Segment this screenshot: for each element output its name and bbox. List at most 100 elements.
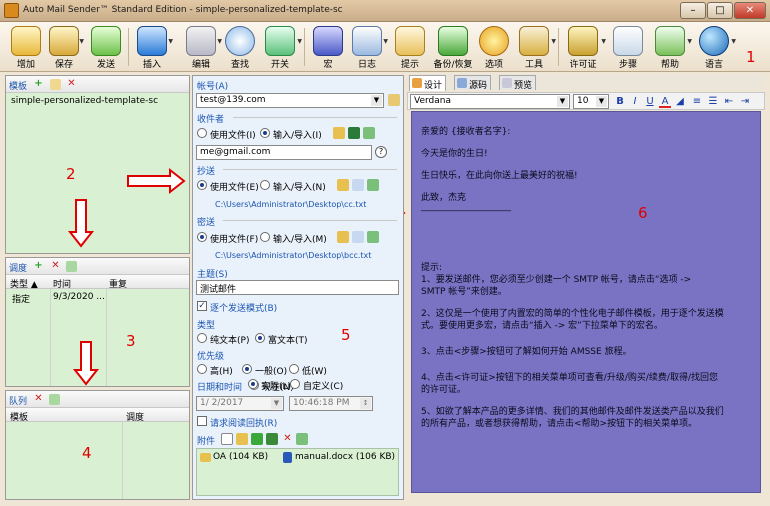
attachment-item[interactable]: OA (104 KB) — [213, 452, 268, 462]
time-picker[interactable]: 10:46:18 PM ↕ — [289, 396, 373, 411]
editor-line: 3、点击<步骤>按钮可了解如何开始 AMSSE 旅程。 — [421, 347, 632, 357]
rich-text-label: 富文本(T) — [268, 336, 308, 346]
arrow-down-icon — [67, 199, 95, 248]
indent-icon[interactable]: ⇥ — [739, 95, 751, 108]
time-value: 10:46:18 PM — [293, 398, 350, 408]
one-by-one-label: 逐个发送模式(B) — [210, 304, 278, 314]
open-folder-icon[interactable] — [236, 433, 248, 445]
editor-line: 今天是你的生日! — [421, 149, 488, 159]
font-family-value: Verdana — [414, 96, 451, 106]
save-icon[interactable] — [266, 433, 278, 445]
refresh-icon[interactable] — [363, 127, 375, 139]
folder-icon — [200, 453, 211, 462]
type-label: 类型 — [197, 321, 216, 331]
delete-attachment-icon[interactable]: ✕ — [282, 434, 293, 445]
recipient-field[interactable]: me@gmail.com — [196, 145, 372, 160]
open-folder-icon[interactable] — [333, 127, 345, 139]
tab-preview[interactable]: 预览 — [499, 75, 537, 91]
divider — [223, 169, 397, 170]
font-color-button[interactable]: A — [659, 95, 671, 108]
priority-normal-radio[interactable] — [242, 364, 252, 374]
tab-preview-label: 预览 — [514, 81, 533, 91]
cc-use-file-radio[interactable] — [197, 180, 207, 190]
font-family-select[interactable]: Verdana ▼ — [410, 94, 570, 109]
open-folder-icon[interactable] — [337, 231, 349, 243]
account-select[interactable]: test@139.com ▼ — [196, 93, 384, 108]
read-receipt-checkbox[interactable] — [197, 416, 207, 426]
priority-normal-label: 一般(O) — [255, 367, 288, 377]
cc-use-file-label: 使用文件(E) — [210, 183, 259, 193]
editor-line: 式。要使用更多宏，请点击“插入 -> 宏”下拉菜单下的宏名。 — [421, 321, 663, 331]
priority-high-label: 高(H) — [210, 367, 233, 377]
subject-field[interactable]: 测试邮件 — [196, 280, 399, 295]
plain-text-radio[interactable] — [197, 333, 207, 343]
document-icon[interactable] — [352, 231, 364, 243]
word-doc-icon — [283, 452, 292, 463]
design-icon — [412, 78, 422, 88]
bcc-input-label: 输入/导入(M) — [273, 235, 327, 245]
datetime-actual-radio[interactable] — [248, 379, 258, 389]
datetime-custom-radio[interactable] — [290, 379, 300, 389]
chevron-down-icon[interactable]: ▼ — [371, 95, 382, 106]
bcc-input-radio[interactable] — [260, 232, 270, 242]
unordered-list-icon[interactable]: ☰ — [707, 95, 719, 108]
chevron-down-icon[interactable]: ▼ — [271, 398, 282, 409]
bcc-use-file-radio[interactable] — [197, 232, 207, 242]
cc-input-radio[interactable] — [260, 180, 270, 190]
bcc-file-path[interactable]: C:\Users\Administrator\Desktop\bcc.txt — [215, 251, 371, 260]
font-size-select[interactable]: 10 ▼ — [573, 94, 609, 109]
refresh-icon[interactable] — [367, 179, 379, 191]
read-receipt-label: 请求阅读回执(R) — [210, 419, 278, 429]
editor-line: ____________________ — [421, 202, 511, 212]
refresh-icon[interactable] — [296, 433, 308, 445]
tab-source[interactable]: 源码 — [454, 75, 492, 91]
chevron-down-icon[interactable]: ▼ — [557, 96, 568, 107]
priority-low-label: 低(W) — [302, 367, 327, 377]
spinner-icon[interactable]: ↕ — [360, 398, 371, 409]
cc-file-path[interactable]: C:\Users\Administrator\Desktop\cc.txt — [215, 200, 366, 209]
recipient-use-file-radio[interactable] — [197, 128, 207, 138]
help-icon[interactable]: ? — [375, 146, 387, 158]
document-icon[interactable] — [352, 179, 364, 191]
settings-panel: 帐号(A) test@139.com ▼ 收件者 使用文件(I) 输入/导入(I… — [192, 75, 404, 500]
ordered-list-icon[interactable]: ≡ — [691, 95, 703, 108]
subject-label: 主题(S) — [197, 270, 228, 280]
underline-button[interactable]: U — [644, 95, 656, 108]
message-editor[interactable]: 亲爱的 {接收者名字}: 今天是你的生日! 生日快乐，在此向你送上最美好的祝福!… — [411, 111, 761, 493]
source-icon — [457, 78, 467, 88]
priority-low-radio[interactable] — [289, 364, 299, 374]
datetime-actual-label: 实际(L) — [261, 382, 292, 392]
tab-design-label: 设计 — [424, 81, 443, 91]
new-attachment-icon[interactable] — [221, 433, 233, 445]
format-toolbar: Verdana ▼ 10 ▼ B I U A ◢ ≡ ☰ ⇤ ⇥ — [407, 92, 765, 110]
attachment-item[interactable]: manual.docx (106 KB) — [295, 452, 395, 462]
arrow-right-icon — [127, 167, 186, 195]
tab-design[interactable]: 设计 — [409, 75, 447, 91]
editor-line: 的所有产品，或者想获得帮助，请点击<帮助>按钮下的相关菜单项。 — [421, 419, 698, 429]
bcc-label: 密送 — [197, 218, 216, 228]
rich-text-radio[interactable] — [255, 333, 265, 343]
priority-high-radio[interactable] — [197, 364, 207, 374]
cc-label: 抄送 — [197, 167, 216, 177]
datetime-custom-label: 自定义(C) — [303, 382, 344, 392]
outdent-icon[interactable]: ⇤ — [723, 95, 735, 108]
bold-button[interactable]: B — [614, 95, 626, 108]
edit-account-icon[interactable] — [388, 94, 400, 106]
play-icon[interactable] — [251, 433, 263, 445]
editor-line: 的许可证。 — [421, 385, 467, 395]
recipient-use-file-label: 使用文件(I) — [210, 131, 256, 141]
date-picker[interactable]: 1/ 2/2017 ▼ — [196, 396, 284, 411]
recipient-input-radio[interactable] — [260, 128, 270, 138]
account-label: 帐号(A) — [197, 82, 229, 92]
editor-tab-bar: 设计 源码 预览 — [407, 74, 765, 91]
refresh-icon[interactable] — [367, 231, 379, 243]
italic-button[interactable]: I — [629, 95, 641, 108]
arrow-down-icon — [72, 341, 100, 386]
open-folder-icon[interactable] — [337, 179, 349, 191]
highlight-icon[interactable]: ◢ — [674, 95, 686, 108]
recipient-input-label: 输入/导入(I) — [273, 131, 322, 141]
save-icon[interactable] — [348, 127, 360, 139]
editor-line: 生日快乐，在此向你送上最美好的祝福! — [421, 171, 578, 181]
chevron-down-icon[interactable]: ▼ — [596, 96, 607, 107]
one-by-one-checkbox[interactable]: ✓ — [197, 301, 207, 311]
